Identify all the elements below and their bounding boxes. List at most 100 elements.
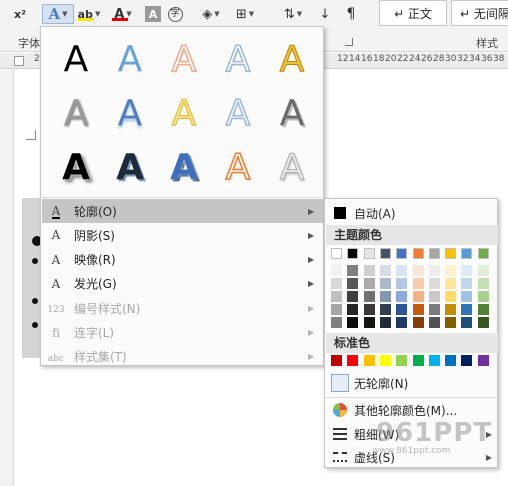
theme-color-swatch[interactable]: [331, 317, 342, 328]
theme-color-swatch[interactable]: [428, 248, 440, 259]
theme-color-swatch[interactable]: [363, 304, 375, 315]
theme-color-swatch[interactable]: [379, 265, 391, 276]
theme-color-swatch[interactable]: [331, 248, 342, 259]
text-effect-graybev[interactable]: A: [265, 87, 319, 141]
show-hide-button[interactable]: ↓: [314, 4, 336, 24]
theme-color-swatch[interactable]: [445, 278, 457, 289]
theme-color-swatch[interactable]: [445, 248, 457, 259]
theme-color-swatch[interactable]: [363, 278, 375, 289]
theme-color-swatch[interactable]: [428, 278, 440, 289]
tab-selector[interactable]: [14, 56, 24, 66]
theme-color-swatch[interactable]: [477, 317, 489, 328]
style-normal[interactable]: ↵ 正文: [379, 0, 447, 26]
theme-color-swatch[interactable]: [396, 317, 408, 328]
theme-color-swatch[interactable]: [412, 291, 424, 302]
theme-color-swatch[interactable]: [477, 304, 489, 315]
shading-button[interactable]: ◈ ▼: [196, 4, 226, 24]
theme-color-swatch[interactable]: [347, 265, 359, 276]
theme-color-swatch[interactable]: [412, 317, 424, 328]
theme-color-swatch[interactable]: [428, 304, 440, 315]
text-effect-blue[interactable]: A: [103, 33, 157, 87]
dialog-launcher-icon[interactable]: [345, 38, 353, 46]
highlight-button[interactable]: ab ▼: [76, 4, 102, 24]
theme-color-swatch[interactable]: [347, 291, 359, 302]
theme-color-swatch[interactable]: [428, 317, 440, 328]
text-effect-blueglow[interactable]: A: [157, 141, 211, 195]
theme-color-swatch[interactable]: [428, 265, 440, 276]
theme-color-swatch[interactable]: [396, 304, 408, 315]
theme-color-swatch[interactable]: [412, 265, 424, 276]
theme-color-swatch[interactable]: [396, 291, 408, 302]
menu-item-outline[interactable]: A 轮廓(O) ▶: [42, 199, 324, 223]
theme-color-swatch[interactable]: [363, 291, 375, 302]
theme-color-swatch[interactable]: [428, 291, 440, 302]
style-no-spacing[interactable]: ↵ 无间隔: [451, 0, 508, 26]
theme-color-swatch[interactable]: [379, 278, 391, 289]
theme-color-swatch[interactable]: [477, 291, 489, 302]
theme-color-swatch[interactable]: [445, 304, 457, 315]
vertical-ruler[interactable]: [0, 70, 14, 486]
theme-color-swatch[interactable]: [363, 248, 375, 259]
theme-color-swatch[interactable]: [347, 304, 359, 315]
theme-color-swatch[interactable]: [347, 317, 359, 328]
theme-color-swatch[interactable]: [363, 317, 375, 328]
theme-color-swatch[interactable]: [379, 317, 391, 328]
standard-color-swatch[interactable]: [347, 355, 359, 366]
menu-item-glow[interactable]: A 发光(G) ▶: [42, 272, 324, 296]
superscript-button[interactable]: x²: [10, 4, 30, 24]
text-effect-blackblue[interactable]: A: [103, 141, 157, 195]
standard-color-swatch[interactable]: [477, 355, 489, 366]
theme-color-swatch[interactable]: [396, 248, 408, 259]
theme-color-swatch[interactable]: [461, 248, 473, 259]
standard-color-swatch[interactable]: [412, 355, 424, 366]
standard-color-swatch[interactable]: [461, 355, 473, 366]
theme-color-swatch[interactable]: [461, 304, 473, 315]
theme-color-swatch[interactable]: [331, 304, 342, 315]
theme-color-swatch[interactable]: [412, 278, 424, 289]
theme-color-swatch[interactable]: [396, 265, 408, 276]
text-effects-button[interactable]: A ▼: [42, 4, 74, 24]
theme-color-swatch[interactable]: [445, 291, 457, 302]
theme-color-swatch[interactable]: [331, 265, 342, 276]
theme-color-swatch[interactable]: [379, 291, 391, 302]
menu-item-shadow[interactable]: A 阴影(S) ▶: [42, 223, 324, 247]
menu-item-reflection[interactable]: A 映像(R) ▶: [42, 248, 324, 272]
theme-color-swatch[interactable]: [363, 265, 375, 276]
theme-color-swatch[interactable]: [461, 278, 473, 289]
text-effect-yellow[interactable]: A: [157, 87, 211, 141]
text-effect-black[interactable]: A: [49, 33, 103, 87]
theme-color-swatch[interactable]: [477, 278, 489, 289]
text-effect-orangeout[interactable]: A: [157, 33, 211, 87]
paragraph-marks-button[interactable]: ¶: [340, 4, 362, 24]
text-effect-blackglow[interactable]: A: [49, 141, 103, 195]
theme-color-swatch[interactable]: [379, 304, 391, 315]
text-effect-orangeglow[interactable]: A: [211, 141, 265, 195]
theme-color-swatch[interactable]: [331, 278, 342, 289]
standard-color-swatch[interactable]: [428, 355, 440, 366]
text-effect-lightblue[interactable]: A: [211, 87, 265, 141]
theme-color-swatch[interactable]: [445, 265, 457, 276]
theme-color-swatch[interactable]: [347, 278, 359, 289]
enclose-characters-button[interactable]: 字: [166, 4, 184, 24]
standard-color-swatch[interactable]: [379, 355, 391, 366]
font-color-button[interactable]: A ▼: [110, 4, 136, 24]
no-outline-item[interactable]: 无轮廓(N): [326, 371, 498, 395]
sort-button[interactable]: ⇅ ▼: [276, 4, 310, 24]
auto-color-item[interactable]: 自动(A): [326, 201, 498, 225]
theme-color-swatch[interactable]: [331, 291, 342, 302]
character-shading-button[interactable]: A: [145, 6, 161, 22]
text-effect-bluebev[interactable]: A: [103, 87, 157, 141]
theme-color-swatch[interactable]: [379, 248, 391, 259]
standard-color-swatch[interactable]: [363, 355, 375, 366]
theme-color-swatch[interactable]: [347, 248, 359, 259]
text-effect-gray[interactable]: A: [49, 87, 103, 141]
theme-color-swatch[interactable]: [461, 317, 473, 328]
theme-color-swatch[interactable]: [461, 265, 473, 276]
standard-color-swatch[interactable]: [396, 355, 408, 366]
text-effect-blueout[interactable]: A: [211, 33, 265, 87]
borders-button[interactable]: ⊞ ▼: [230, 4, 260, 24]
standard-color-swatch[interactable]: [445, 355, 457, 366]
theme-color-swatch[interactable]: [477, 265, 489, 276]
standard-color-swatch[interactable]: [331, 355, 342, 366]
theme-color-swatch[interactable]: [396, 278, 408, 289]
